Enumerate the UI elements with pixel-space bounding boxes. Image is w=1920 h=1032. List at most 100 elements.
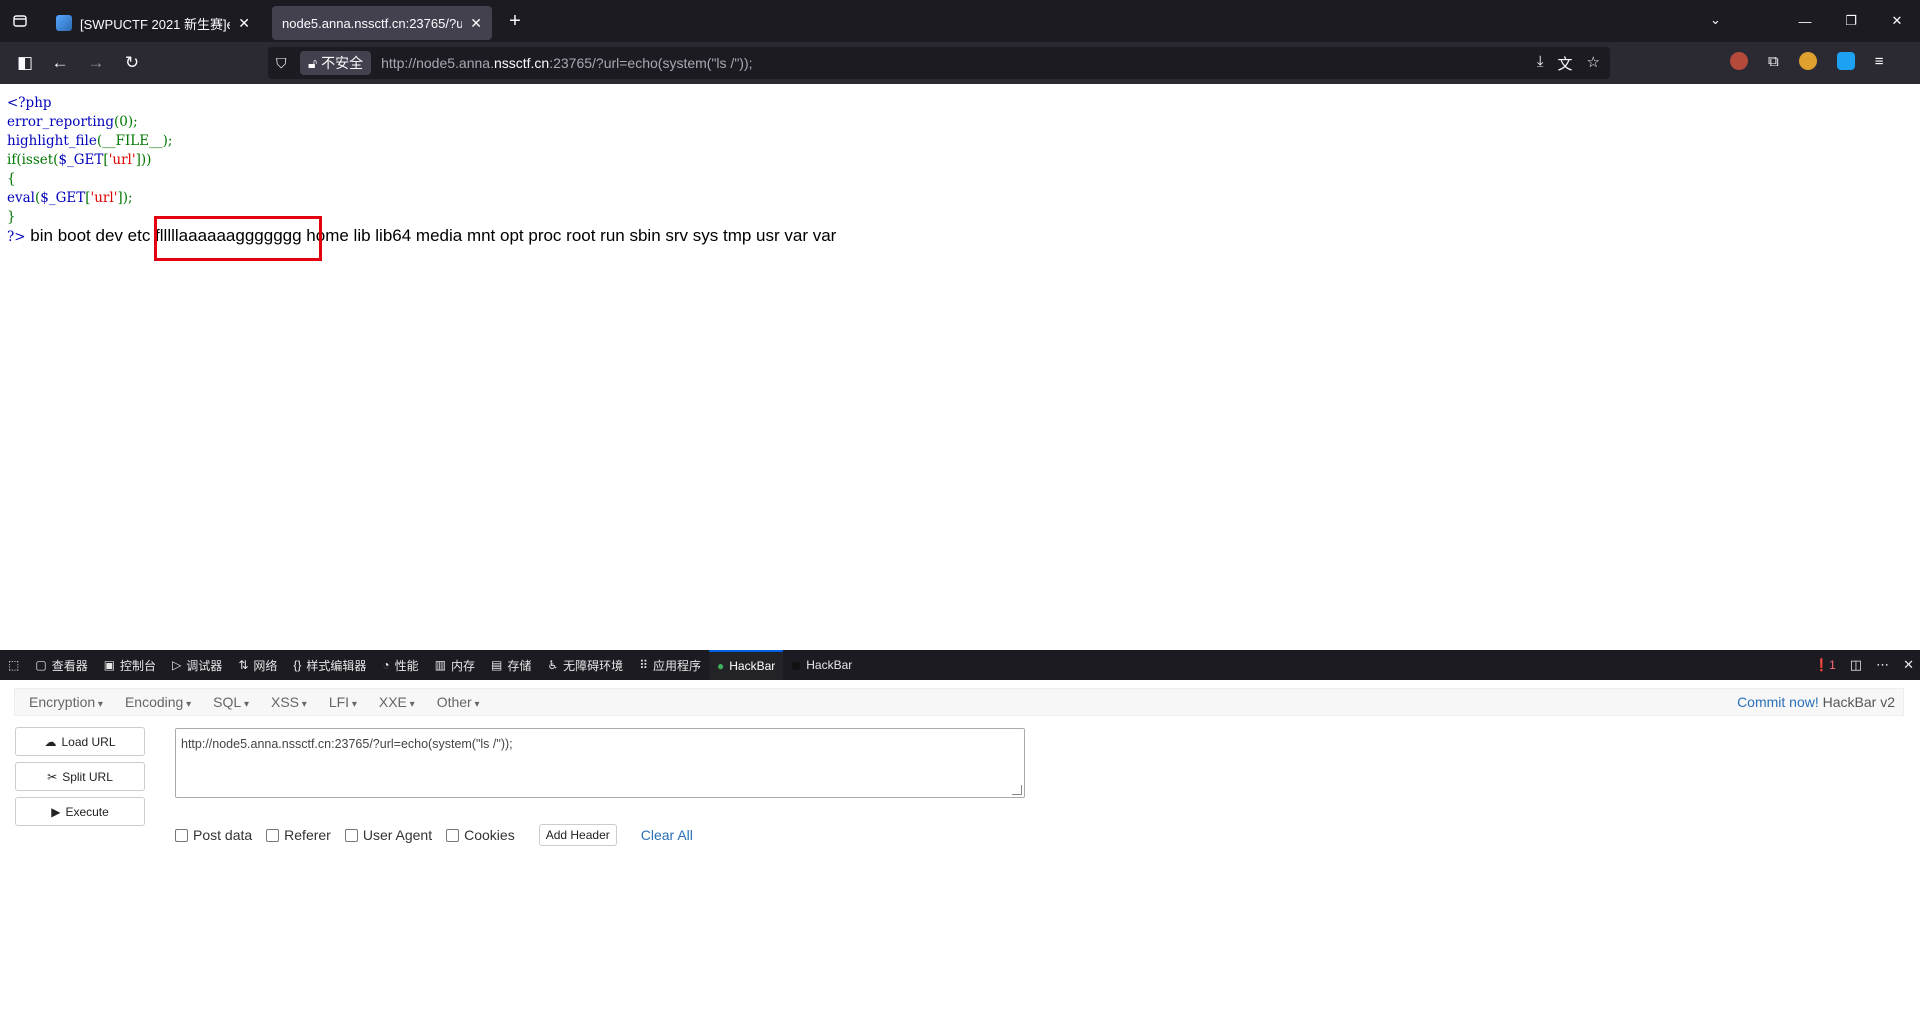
execute-button[interactable]: ▶ Execute xyxy=(15,797,145,826)
user-agent-checkbox[interactable]: User Agent xyxy=(344,827,433,843)
tab-label: 网络 xyxy=(253,658,278,673)
tab-inspector[interactable]: ▢ 查看器 xyxy=(27,650,95,680)
reload-icon[interactable]: ↻ xyxy=(119,51,145,75)
translate-icon[interactable]: 文 xyxy=(1558,53,1573,74)
tab-style-editor[interactable]: {} 样式编辑器 xyxy=(285,650,374,680)
referer-checkbox[interactable]: Referer xyxy=(266,827,331,843)
tab-swpuctf[interactable]: [SWPUCTF 2021 新生赛]easyrce ✕ xyxy=(46,6,260,40)
url-textarea[interactable]: http://node5.anna.nssctf.cn:23765/?url=e… xyxy=(175,728,1025,798)
devtools-toolbar: ⬚ ▢ 查看器 ▣ 控制台 ▷ 调试器 ⇅ 网络 {} 样式编辑器 ◔ 性能 ▥ 内存 ▤ 存储… xyxy=(0,650,1920,680)
close-icon[interactable]: ✕ xyxy=(470,15,482,32)
commit-link[interactable]: Commit now! xyxy=(1737,694,1819,710)
code-token: $_GET xyxy=(58,152,104,168)
command-output: ?> bin boot dev etc flllllaaaaaaggggggg … xyxy=(7,226,836,246)
clear-all-link[interactable]: Clear All xyxy=(641,827,693,843)
extension-icon[interactable] xyxy=(1730,52,1748,70)
menu-icon[interactable]: ≡ xyxy=(1875,53,1884,70)
url-bar[interactable]: ⛉ 🔓︎ 不安全 http://node5.anna.nssctf.cn:237… xyxy=(268,47,1610,79)
tab-hackbar-active[interactable]: ● HackBar xyxy=(709,650,784,680)
menu-xxe[interactable]: XXE xyxy=(371,694,423,710)
devtools-controls: ❗1 ◫ ⋯ ✕ xyxy=(1814,650,1914,680)
extensions-puzzle-icon[interactable]: ⧉ xyxy=(1768,53,1779,70)
tab-debugger[interactable]: ▷ 调试器 xyxy=(164,650,230,680)
hackbar-icon: ◼ xyxy=(791,658,802,672)
insecure-badge[interactable]: 🔓︎ 不安全 xyxy=(300,51,372,75)
new-tab-icon[interactable]: + xyxy=(502,8,528,34)
hackbar-options: Post data Referer User Agent Cookies Add… xyxy=(175,824,693,846)
scissors-icon: ✂ xyxy=(47,769,58,784)
url-domain: nssctf.cn xyxy=(493,55,550,71)
close-icon[interactable]: ✕ xyxy=(238,15,250,32)
tab-node5[interactable]: node5.anna.nssctf.cn:23765/?url= ✕ xyxy=(272,6,492,40)
extension-icon[interactable] xyxy=(1836,52,1855,70)
hackbar-icon: ● xyxy=(717,659,725,673)
more-options-icon[interactable]: ⋯ xyxy=(1876,657,1889,673)
code-line: } xyxy=(7,209,16,225)
url-suffix: :23765/?url=echo(system("ls /")); xyxy=(549,55,753,71)
cookie-extension-icon[interactable] xyxy=(1798,52,1817,70)
tab-console[interactable]: ▣ 控制台 xyxy=(96,650,164,680)
minimize-icon[interactable]: — xyxy=(1782,14,1828,29)
post-data-checkbox[interactable]: Post data xyxy=(175,827,252,843)
menu-xss[interactable]: XSS xyxy=(263,694,315,710)
dock-side-icon[interactable]: ◫ xyxy=(1850,657,1862,673)
tab-storage[interactable]: ▤ 存储 xyxy=(483,650,539,680)
tab-label: 调试器 xyxy=(186,658,223,673)
php-close-tag: ?> xyxy=(7,229,26,245)
restore-icon[interactable]: ❐ xyxy=(1828,13,1874,29)
tab-accessibility[interactable]: ♿ 无障碍环境 xyxy=(539,650,631,680)
extension-toolbar: ⧉ ≡ xyxy=(1730,52,1883,70)
code-token: ]); xyxy=(117,190,133,206)
split-url-button[interactable]: ✂ Split URL xyxy=(15,762,145,791)
checkbox-label: User Agent xyxy=(362,827,433,843)
code-token: if(isset( xyxy=(7,152,59,168)
tab-application[interactable]: ⠿ 应用程序 xyxy=(631,650,709,680)
checkbox-box[interactable] xyxy=(446,828,460,842)
play-icon: ▶ xyxy=(51,804,61,819)
tab-list-icon[interactable] xyxy=(0,0,40,42)
resize-handle-icon[interactable] xyxy=(1012,785,1022,795)
button-label: Load URL xyxy=(61,734,116,749)
url-text[interactable]: http://node5.anna.nssctf.cn:23765/?url=e… xyxy=(381,55,752,71)
chevron-down-icon[interactable]: ⌄ xyxy=(1710,12,1721,28)
tab-label: 无障碍环境 xyxy=(563,658,624,673)
error-badge[interactable]: ❗1 xyxy=(1814,658,1836,672)
shield-icon[interactable]: ⛉ xyxy=(276,55,294,72)
code-token: highlight_file xyxy=(7,133,97,149)
tab-network[interactable]: ⇅ 网络 xyxy=(230,650,285,680)
forward-icon[interactable]: → xyxy=(83,51,109,75)
checkbox-box[interactable] xyxy=(175,828,188,842)
button-label: Execute xyxy=(65,804,109,819)
tab-performance[interactable]: ◔ 性能 xyxy=(374,650,426,680)
navigation-bar: ◧ ← → ↻ ⛉ 🔓︎ 不安全 http://node5.anna.nssct… xyxy=(0,42,1920,84)
style-editor-icon: {} xyxy=(293,658,302,672)
accessibility-icon: ♿ xyxy=(547,658,559,672)
element-picker-icon[interactable]: ⬚ xyxy=(0,650,27,680)
close-devtools-icon[interactable]: ✕ xyxy=(1903,657,1914,673)
performance-icon: ◔ xyxy=(382,658,390,672)
tab-hackbar[interactable]: ◼ HackBar xyxy=(783,650,860,680)
back-icon[interactable]: ← xyxy=(47,51,73,75)
output-text: home lib lib64 media mnt opt proc root r… xyxy=(301,226,837,245)
bookmark-star-icon[interactable]: ☆ xyxy=(1587,53,1600,74)
add-header-button[interactable]: Add Header xyxy=(538,824,617,846)
code-token: 'url' xyxy=(90,190,118,206)
close-window-icon[interactable]: ✕ xyxy=(1874,13,1920,29)
menu-other[interactable]: Other xyxy=(429,694,488,710)
cookies-checkbox[interactable]: Cookies xyxy=(446,827,515,843)
error-count: 1 xyxy=(1829,658,1836,672)
checkbox-box[interactable] xyxy=(344,828,358,842)
menu-encryption[interactable]: Encryption xyxy=(21,694,111,710)
menu-sql[interactable]: SQL xyxy=(205,694,257,710)
checkbox-box[interactable] xyxy=(266,828,280,842)
sidebar-icon[interactable]: ◧ xyxy=(12,51,38,75)
tab-label: HackBar xyxy=(729,659,776,673)
menu-lfi[interactable]: LFI xyxy=(321,694,365,710)
tab-memory[interactable]: ▥ 内存 xyxy=(427,650,483,680)
menu-encoding[interactable]: Encoding xyxy=(117,694,199,710)
save-page-icon[interactable]: ⤓ xyxy=(1537,53,1544,74)
url-prefix: http://node5.anna. xyxy=(381,55,494,71)
tab-label: 性能 xyxy=(394,658,419,673)
url-value: http://node5.anna.nssctf.cn:23765/?url=e… xyxy=(181,737,513,751)
load-url-button[interactable]: ☁ Load URL xyxy=(15,727,145,756)
